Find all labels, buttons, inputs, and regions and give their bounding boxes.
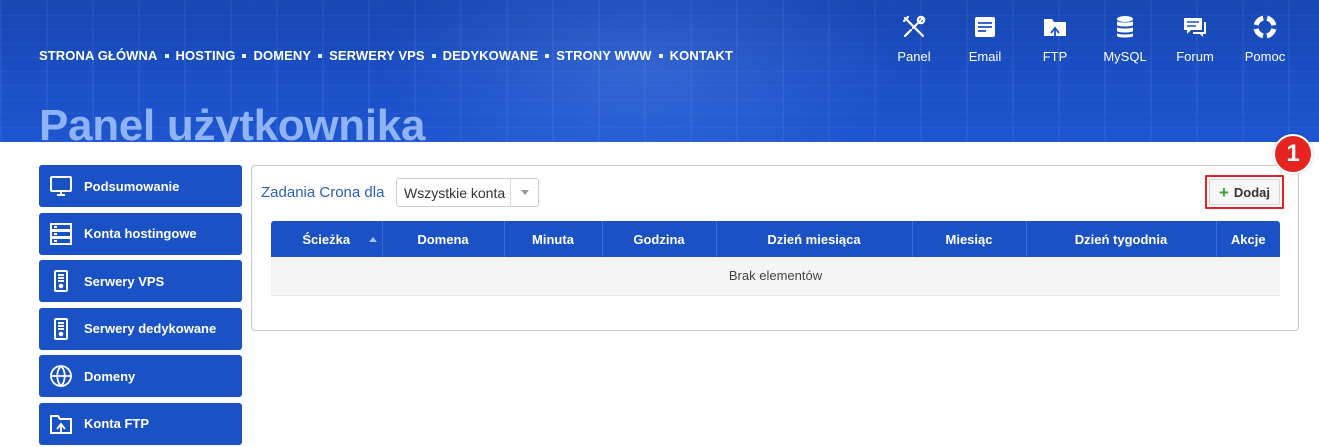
table-empty-row: Brak elementów: [271, 257, 1280, 296]
sidebar-item-ftp-accounts[interactable]: Konta FTP: [39, 402, 242, 445]
plus-icon: +: [1218, 182, 1229, 202]
server-icon: [49, 317, 73, 341]
quick-link-label: Pomoc: [1244, 49, 1286, 64]
add-cron-button-label: Dodaj: [1233, 184, 1271, 200]
quick-link-ftp[interactable]: FTP: [1025, 14, 1085, 64]
quick-link-forum[interactable]: Forum: [1165, 14, 1225, 64]
email-icon: [975, 17, 995, 37]
nav-domains[interactable]: DOMENY: [253, 48, 311, 63]
account-select-value: Wszystkie konta: [404, 184, 506, 201]
column-header-label: Domena: [417, 231, 469, 247]
banner-glow: [380, 0, 900, 142]
step-badge: 1: [1273, 134, 1313, 174]
cron-jobs-panel: Zadania Crona dla Wszystkie konta + Doda…: [251, 165, 1299, 331]
page-title: Panel użytkownika: [39, 101, 426, 143]
add-button-highlight: + Dodaj: [1205, 175, 1284, 209]
quick-link-panel[interactable]: Panel: [884, 14, 944, 64]
sidebar-item-summary[interactable]: Podsumowanie: [39, 165, 242, 207]
lifebuoy-icon: [1253, 15, 1277, 39]
nav-vps[interactable]: SERWERY VPS: [329, 48, 425, 63]
nav-separator: [164, 53, 169, 58]
nav-websites[interactable]: STRONY WWW: [556, 48, 651, 63]
sidebar-item-label: Konta hostingowe: [84, 226, 197, 241]
cron-jobs-table: Ścieżka Domena Minuta Godzina Dzień mies…: [271, 221, 1280, 296]
column-header-minute[interactable]: Minuta: [503, 221, 602, 257]
sidebar-item-hosting-accounts[interactable]: Konta hostingowe: [39, 212, 242, 255]
sidebar: Podsumowanie Konta hostingowe Serwery VP…: [39, 165, 242, 447]
cron-jobs-label: Zadania Crona dla: [261, 184, 385, 201]
nav-contact[interactable]: KONTAKT: [670, 48, 733, 63]
column-header-day-of-week[interactable]: Dzień tygodnia: [1025, 221, 1216, 257]
column-header-label: Godzina: [633, 231, 685, 247]
sidebar-item-domains[interactable]: Domeny: [39, 355, 242, 397]
column-header-day-of-month[interactable]: Dzień miesiąca: [715, 221, 912, 257]
column-header-path[interactable]: Ścieżka: [271, 221, 382, 257]
server-stack-icon: [49, 222, 73, 246]
folder-icon: [1044, 19, 1066, 36]
nav-dedicated[interactable]: DEDYKOWANE: [443, 48, 539, 63]
sidebar-item-vps[interactable]: Serwery VPS: [39, 260, 242, 302]
nav-separator: [658, 53, 663, 58]
quick-link-label: Panel: [897, 49, 931, 64]
header-banner: STRONA GŁÓWNA HOSTING DOMENY SERWERY VPS…: [0, 0, 1319, 142]
account-select[interactable]: Wszystkie konta: [396, 178, 539, 207]
add-cron-button[interactable]: + Dodaj: [1209, 179, 1280, 205]
column-header-label: Dzień tygodnia: [1074, 231, 1168, 247]
nav-separator: [318, 53, 323, 58]
column-header-label: Miesiąc: [945, 231, 993, 247]
chat-icon: [1184, 18, 1206, 37]
nav-separator: [431, 53, 436, 58]
column-header-label: Minuta: [532, 231, 574, 247]
column-header-actions: Akcje: [1215, 221, 1280, 257]
column-header-month[interactable]: Miesiąc: [911, 221, 1026, 257]
nav-home[interactable]: STRONA GŁÓWNA: [39, 48, 158, 63]
quick-link-label: FTP: [1042, 49, 1068, 64]
sidebar-item-label: Serwery VPS: [84, 273, 165, 289]
sidebar-item-dedicated[interactable]: Serwery dedykowane: [39, 307, 242, 350]
column-header-hour[interactable]: Godzina: [601, 221, 716, 257]
chevron-down-icon: [510, 179, 538, 206]
quick-link-help[interactable]: Pomoc: [1235, 14, 1295, 64]
empty-state-text: Brak elementów: [271, 257, 1280, 296]
quick-link-mysql[interactable]: MySQL: [1095, 14, 1155, 64]
quick-link-label: Email: [968, 49, 1002, 64]
column-header-label: Dzień miesiąca: [767, 231, 861, 247]
sidebar-item-label: Konta FTP: [84, 416, 149, 431]
quick-link-label: MySQL: [1103, 49, 1147, 64]
www-globe-icon: [49, 364, 73, 388]
column-header-domain[interactable]: Domena: [381, 221, 504, 257]
quick-link-label: Forum: [1176, 49, 1214, 64]
column-header-label: Ścieżka: [302, 231, 351, 247]
column-header-label: Akcje: [1230, 231, 1266, 247]
nav-separator: [545, 53, 550, 58]
sidebar-item-label: Domeny: [84, 368, 136, 384]
table-header-row: Ścieżka Domena Minuta Godzina Dzień mies…: [271, 221, 1280, 257]
sort-up-icon: [368, 237, 377, 242]
sidebar-item-label: Serwery dedykowane: [84, 321, 217, 336]
nav-separator: [242, 53, 247, 58]
server-icon: [49, 269, 73, 293]
monitor-icon: [49, 174, 73, 198]
nav-hosting[interactable]: HOSTING: [176, 48, 236, 63]
folder-upload-icon: [49, 412, 73, 436]
database-icon: [1117, 16, 1133, 38]
sidebar-item-label: Podsumowanie: [84, 178, 180, 194]
quick-link-email[interactable]: Email: [955, 14, 1015, 64]
tools-icon: [902, 15, 926, 38]
main-navigation: STRONA GŁÓWNA HOSTING DOMENY SERWERY VPS…: [39, 48, 733, 63]
